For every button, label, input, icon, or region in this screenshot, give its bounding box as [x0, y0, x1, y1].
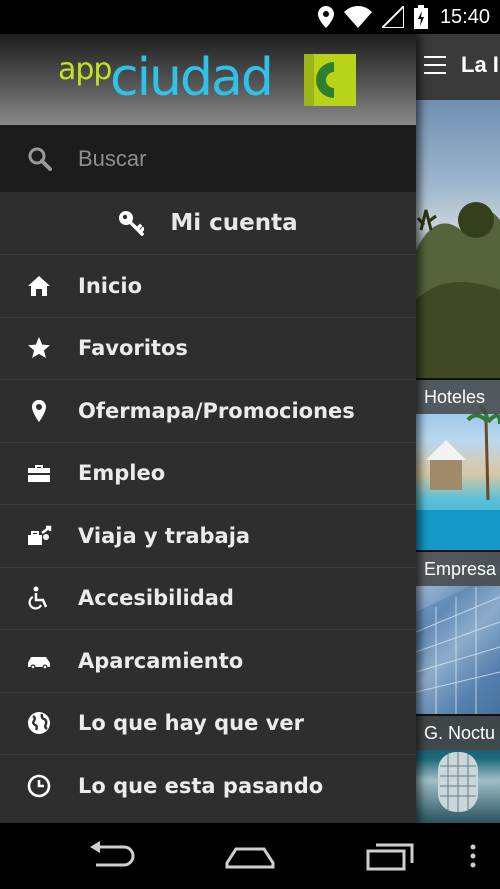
menu-icon[interactable]: [424, 56, 446, 76]
menu-item-lo-que-ver[interactable]: Lo que hay que ver: [0, 691, 416, 755]
tile-noctu[interactable]: G. Noctu: [416, 716, 500, 823]
navigation-drawer: app ciudad Mi cuenta Inicio: [0, 34, 416, 823]
menu-item-label: Accesibilidad: [78, 586, 234, 611]
menu-item-label: Favoritos: [78, 336, 188, 361]
briefcase-icon: [28, 465, 50, 483]
globe-icon: [28, 712, 50, 735]
drawer-header: app ciudad: [0, 34, 416, 125]
map-pin-icon: [32, 399, 46, 422]
menu-item-label: Lo que hay que ver: [78, 711, 304, 736]
menu-item-label: Aparcamiento: [78, 648, 244, 673]
signal-icon: [381, 6, 404, 28]
menu-item-viaja[interactable]: Viaja y trabaja: [0, 504, 416, 567]
car-icon: [28, 656, 50, 670]
battery-icon: [413, 5, 428, 29]
clock-icon: [27, 774, 51, 798]
tile-label: Empresa: [416, 552, 500, 586]
account-label: Mi cuenta: [170, 210, 298, 236]
clock-time: 15:40: [439, 5, 490, 28]
account-button[interactable]: Mi cuenta: [0, 192, 416, 254]
landscape-image: [416, 202, 500, 378]
menu-item-favoritos[interactable]: Favoritos: [0, 316, 416, 380]
logo-mark-icon: [304, 54, 356, 106]
search-icon: [28, 147, 52, 171]
back-icon[interactable]: [86, 837, 136, 875]
wifi-icon: [343, 6, 372, 28]
logo-text-ciudad: ciudad: [110, 48, 274, 108]
menu-item-accesibilidad[interactable]: Accesibilidad: [0, 566, 416, 630]
status-icons: 15:40: [317, 4, 490, 30]
home-icon: [28, 275, 50, 296]
search-input[interactable]: [78, 139, 398, 179]
menu-item-label: Viaja y trabaja: [78, 523, 251, 548]
location-icon: [317, 6, 334, 28]
main-content: La I Hoteles Empresa G. Noctu: [416, 34, 500, 823]
luggage-icon: [28, 525, 52, 545]
logo-text-app: app: [58, 52, 112, 87]
menu-item-empleo[interactable]: Empleo: [0, 441, 416, 505]
menu-item-label: Ofermapa/Promociones: [78, 398, 355, 423]
menu-item-label: Inicio: [78, 273, 143, 298]
app-logo: app ciudad: [58, 50, 358, 110]
search-bar: [0, 125, 416, 192]
tile-label: Hoteles: [416, 380, 500, 414]
tile-empresas[interactable]: Empresa: [416, 552, 500, 714]
wheelchair-icon: [28, 586, 48, 610]
menu-item-inicio[interactable]: Inicio: [0, 254, 416, 317]
key-icon: [119, 211, 145, 236]
drawer-menu: Inicio Favoritos Ofermapa/Promociones Em…: [0, 254, 416, 817]
main-toolbar: La I: [416, 34, 500, 100]
menu-item-label: Lo que esta pasando: [78, 773, 324, 798]
tile-label: G. Noctu: [416, 716, 500, 750]
recent-apps-icon[interactable]: [364, 837, 416, 875]
main-title: La I: [461, 52, 499, 77]
navigation-bar: [0, 823, 500, 889]
menu-item-ofermapa[interactable]: Ofermapa/Promociones: [0, 379, 416, 442]
status-bar: 15:40: [0, 0, 500, 34]
home-nav-icon[interactable]: [224, 837, 276, 875]
banner-image[interactable]: [416, 100, 500, 378]
menu-item-label: Empleo: [78, 461, 166, 486]
tile-hoteles[interactable]: Hoteles: [416, 380, 500, 550]
menu-item-aparcamiento[interactable]: Aparcamiento: [0, 629, 416, 692]
menu-item-lo-que-pasa[interactable]: Lo que esta pasando: [0, 754, 416, 817]
overflow-menu-icon[interactable]: [466, 837, 480, 875]
star-icon: [28, 337, 50, 359]
